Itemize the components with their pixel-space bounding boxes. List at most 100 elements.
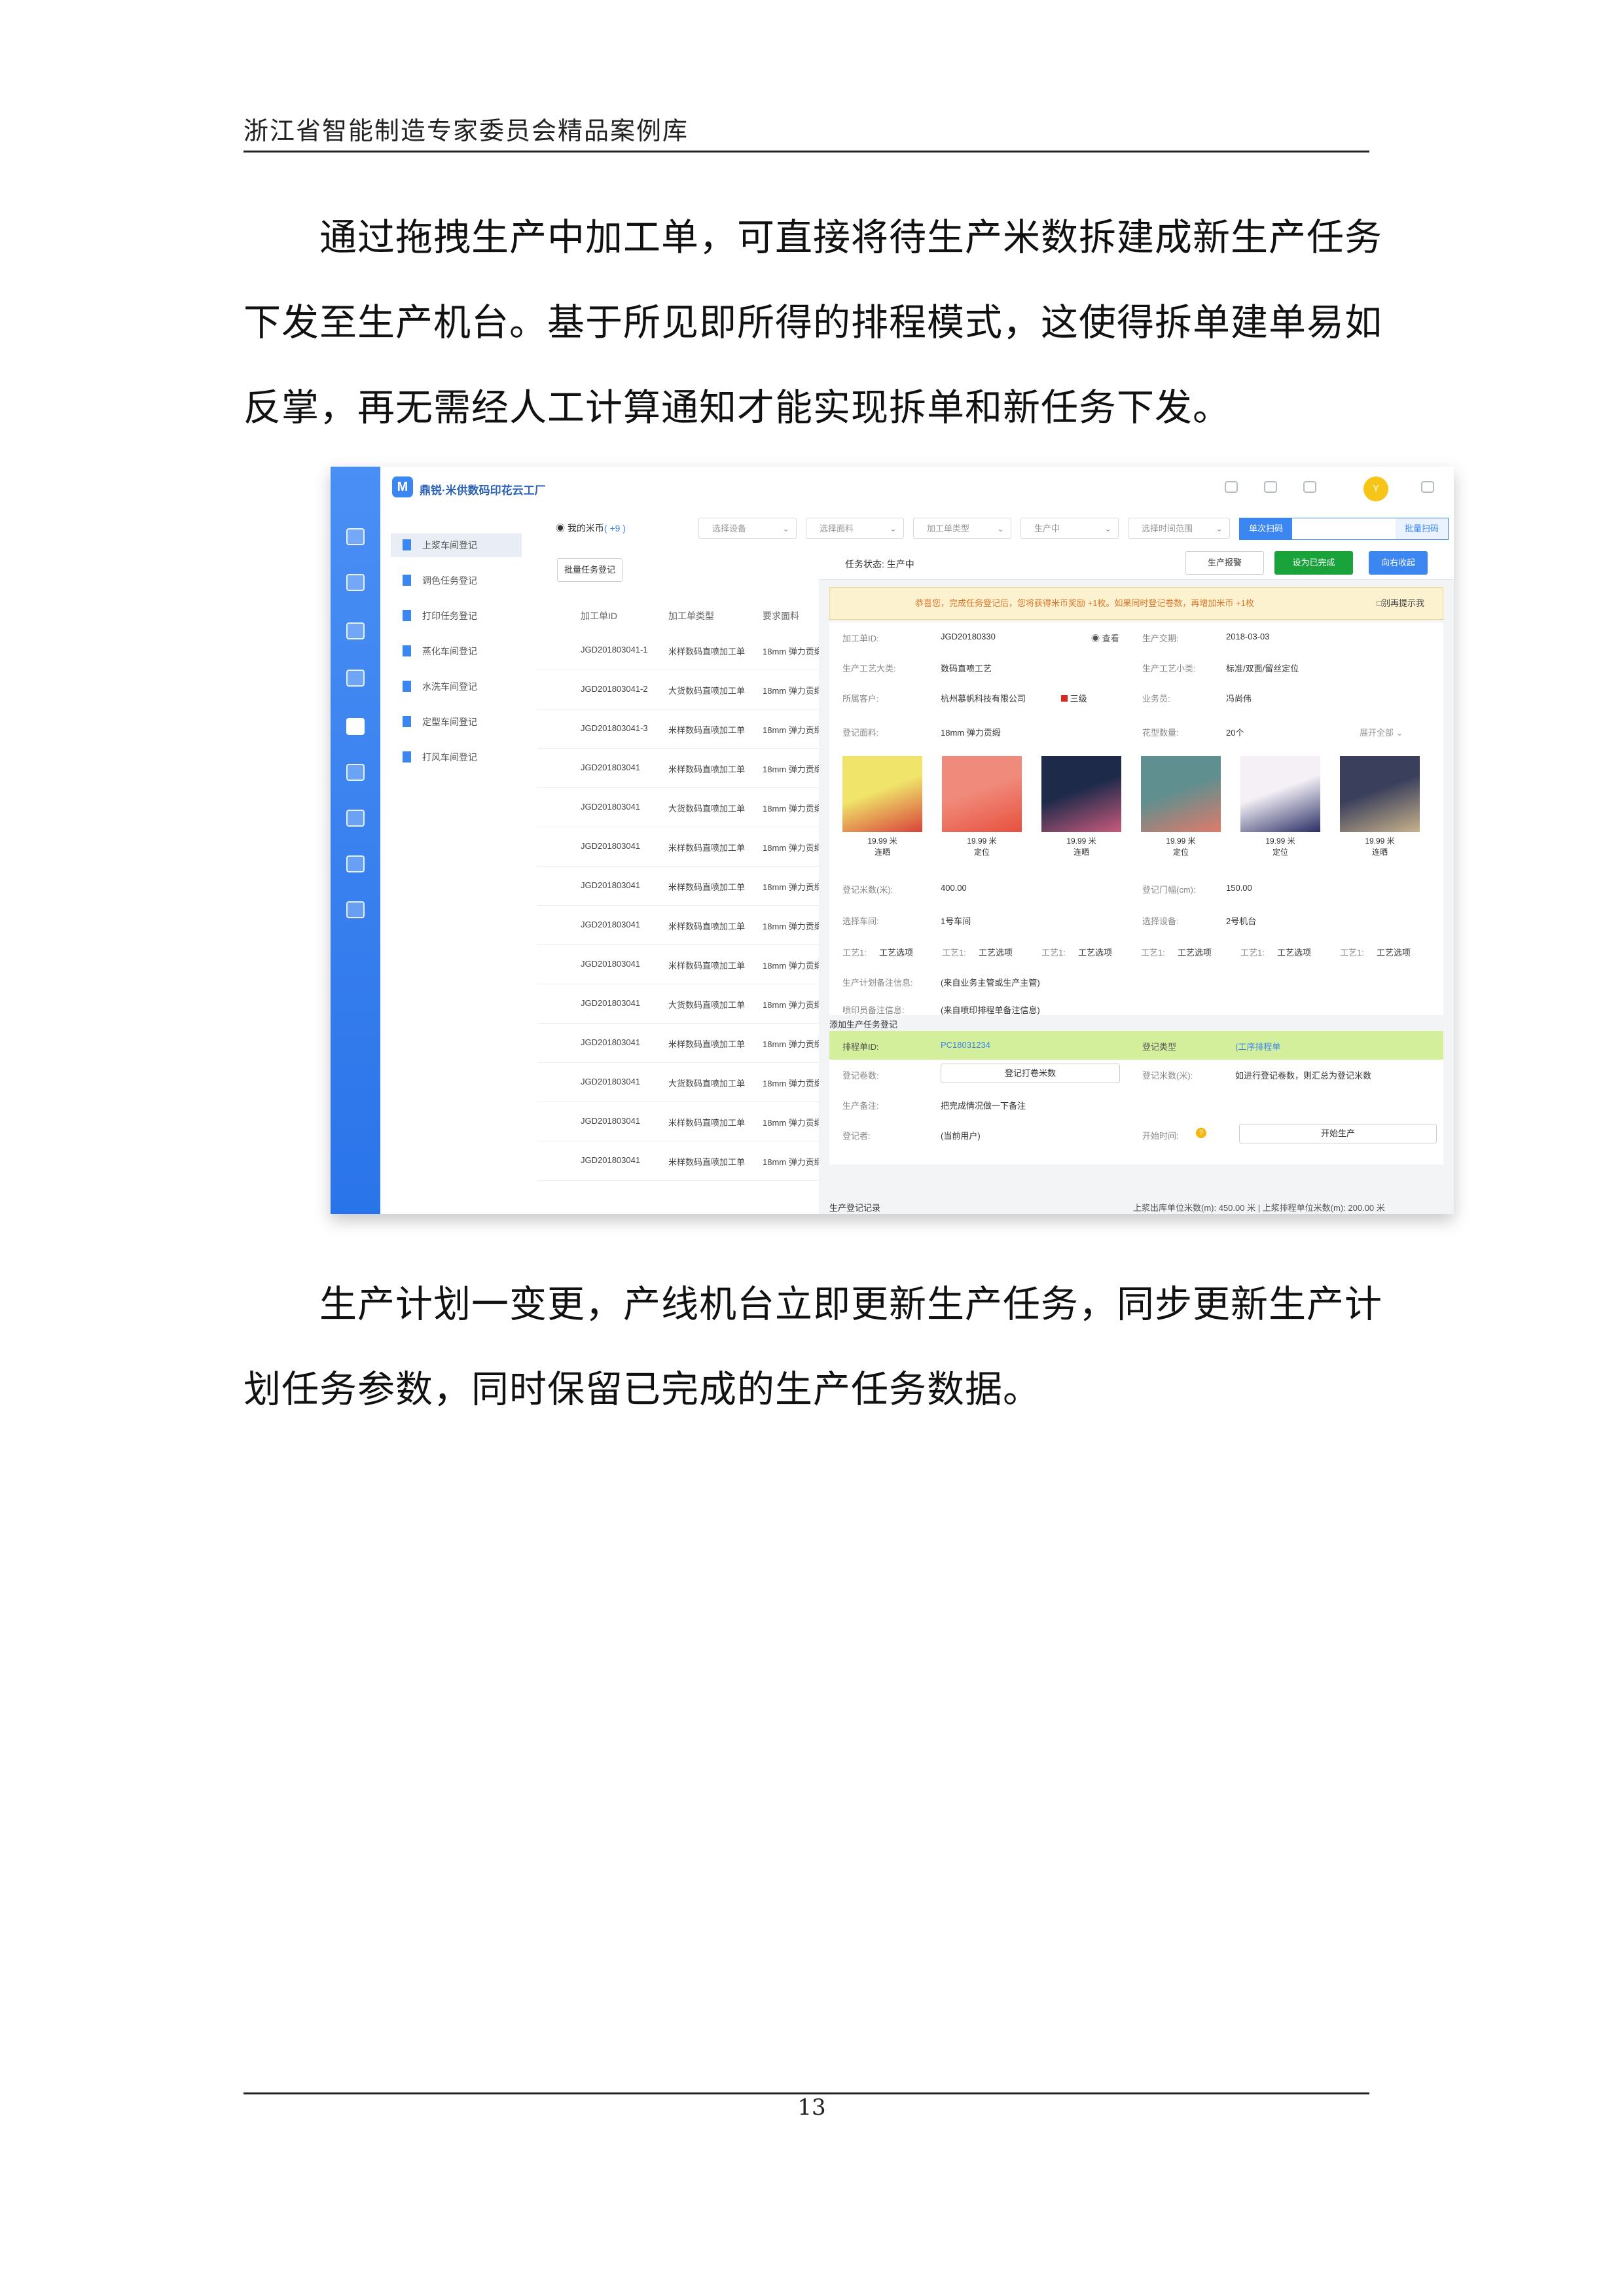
fabric-select[interactable]: 选择面料 ⌄ xyxy=(806,518,904,539)
craft-option[interactable]: 工艺选项 xyxy=(1277,946,1311,958)
reg-type[interactable]: (工序排程单 xyxy=(1235,1040,1280,1052)
table-row[interactable]: JGD201803041 米样数码直喷加工单 18mm 弹力贡缎 xyxy=(537,905,823,945)
customer-level: 三级 xyxy=(1061,692,1087,704)
date-range-select[interactable]: 选择时间范围 ⌄ xyxy=(1128,518,1230,539)
batch-task-button[interactable]: 批量任务登记 xyxy=(557,558,623,582)
table-row[interactable]: JGD201803041 米样数码直喷加工单 18mm 弹力贡缎 xyxy=(537,748,823,788)
card-icon[interactable] xyxy=(346,670,365,687)
pattern-mode: 连晒 xyxy=(874,848,890,857)
table-row[interactable]: JGD201803041 米样数码直喷加工单 18mm 弹力贡缎 xyxy=(537,866,823,906)
device-select[interactable]: 2号机台 xyxy=(1226,914,1256,927)
expand-all-link[interactable]: 展开全部 ⌄ xyxy=(1360,726,1403,738)
image-icon[interactable] xyxy=(346,528,365,545)
craft-option[interactable]: 工艺选项 xyxy=(1078,946,1112,958)
mark-done-button[interactable]: 设为已完成 xyxy=(1274,551,1353,575)
pattern-length: 19.99 米 xyxy=(967,836,997,846)
menu-item[interactable]: 打印任务登记 xyxy=(391,604,522,628)
table-row[interactable]: JGD201803041 大货数码直喷加工单 18mm 弹力贡缎 xyxy=(537,1062,823,1102)
alert-text: 恭喜您，完成任务登记后，您将获得米币奖励 +1枚。如果同时登记卷数，再增加米币 … xyxy=(915,598,1254,608)
process-label: 生产工艺大类: xyxy=(842,664,896,673)
order-type-value: 加工单类型 xyxy=(927,524,970,533)
workshop-select[interactable]: 1号车间 xyxy=(941,914,971,927)
paragraph-line: 生产计划一变更，产线机台立即更新生产任务，同步更新生产计 xyxy=(319,1283,1382,1326)
pattern-thumbnail[interactable] xyxy=(1141,756,1221,832)
table-icon[interactable] xyxy=(346,810,365,827)
table-row[interactable]: JGD201803041 米样数码直喷加工单 18mm 弹力贡缎 xyxy=(537,1141,823,1181)
craft-option[interactable]: 工艺选项 xyxy=(1377,946,1411,958)
collapse-right-button[interactable]: 向右收起 xyxy=(1369,551,1428,575)
pattern-caption: 19.99 米定位 xyxy=(1141,836,1221,858)
menu-item[interactable]: 定型车间登记 xyxy=(391,710,522,734)
pattern-mode: 定位 xyxy=(973,848,990,857)
batch-scan-button[interactable]: 批量扫码 xyxy=(1396,518,1448,539)
start-production-button[interactable]: 开始生产 xyxy=(1239,1124,1437,1143)
menu-item[interactable]: 蒸化车间登记 xyxy=(391,639,522,663)
message-icon[interactable] xyxy=(1264,481,1277,493)
pattern-thumbnail[interactable] xyxy=(1041,756,1121,832)
cell-type: 米样数码直喷加工单 xyxy=(668,961,746,971)
table-row[interactable]: JGD201803041-2 大货数码直喷加工单 18mm 弹力贡缎 xyxy=(537,670,823,709)
table-row[interactable]: JGD201803041 大货数码直喷加工单 18mm 弹力贡缎 xyxy=(537,984,823,1024)
paragraph-line: 反掌，再无需经人工计算通知才能实现拆单和新任务下发。 xyxy=(244,386,1231,429)
avatar[interactable]: Y xyxy=(1363,476,1388,501)
paragraph-2: 生产计划一变更，产线机台立即更新生产任务，同步更新生产计 划任务参数，同时保留已… xyxy=(244,1262,1382,1432)
bookmark-icon xyxy=(403,751,411,762)
user-icon[interactable] xyxy=(1225,481,1238,493)
table-row[interactable]: JGD201803041-1 米样数码直喷加工单 18mm 弹力贡缎 xyxy=(537,630,823,670)
cell-type: 米样数码直喷加工单 xyxy=(668,843,746,853)
date-range-value: 选择时间范围 xyxy=(1142,524,1193,533)
logo-icon: M xyxy=(392,476,413,497)
table-row[interactable]: JGD201803041 大货数码直喷加工单 18mm 弹力贡缎 xyxy=(537,787,823,827)
status-select[interactable]: 生产中 ⌄ xyxy=(1020,518,1119,539)
table-row[interactable]: JGD201803041 米样数码直喷加工单 18mm 弹力贡缎 xyxy=(537,827,823,867)
apps-icon[interactable] xyxy=(346,855,365,872)
pattern-thumbnail[interactable] xyxy=(1240,756,1320,832)
header-title: 浙江省智能制造专家委员会精品案例库 xyxy=(244,117,689,145)
alarm-button[interactable]: 生产报警 xyxy=(1185,551,1264,575)
cell-type: 米样数码直喷加工单 xyxy=(668,1039,746,1049)
delivery-label: 生产交期: xyxy=(1142,634,1179,643)
logout-icon[interactable] xyxy=(1421,481,1434,493)
doc-icon[interactable] xyxy=(346,764,365,781)
craft-option[interactable]: 工艺选项 xyxy=(979,946,1013,958)
cell-type: 米样数码直喷加工单 xyxy=(668,922,746,931)
workshop-icon[interactable] xyxy=(346,718,365,735)
bookmark-icon xyxy=(403,645,411,656)
list-icon[interactable] xyxy=(346,574,365,591)
schedule-id[interactable]: PC18031234 xyxy=(941,1040,990,1050)
order-type-select[interactable]: 加工单类型 ⌄ xyxy=(913,518,1011,539)
chevron-down-icon: ⌄ xyxy=(782,524,789,533)
grid-icon[interactable] xyxy=(346,622,365,639)
menu-item[interactable]: 上浆车间登记 xyxy=(391,533,522,557)
table-row[interactable]: JGD201803041 米样数码直喷加工单 18mm 弹力贡缎 xyxy=(537,1023,823,1063)
menu-item[interactable]: 打风车间登记 xyxy=(391,745,522,769)
craft-option[interactable]: 工艺选项 xyxy=(1178,946,1212,958)
dismiss-checkbox[interactable]: □别再提示我 xyxy=(1377,588,1424,619)
customer-level-text: 三级 xyxy=(1070,694,1087,704)
scan-box[interactable]: 单次扫码 批量扫码 xyxy=(1239,518,1449,540)
chevron-down-icon: ⌄ xyxy=(1396,728,1403,738)
craft-label: 工艺1: xyxy=(842,948,867,958)
view-link[interactable]: ◉ 查看 xyxy=(1091,632,1119,644)
device-select[interactable]: 选择设备 ⌄ xyxy=(698,518,797,539)
table-row[interactable]: JGD201803041 米样数码直喷加工单 18mm 弹力贡缎 xyxy=(537,1102,823,1141)
pattern-thumbnail[interactable] xyxy=(842,756,922,832)
table-row[interactable]: JGD201803041-3 米样数码直喷加工单 18mm 弹力贡缎 xyxy=(537,709,823,749)
cell-fabric: 18mm 弹力贡缎 xyxy=(763,1000,823,1010)
sales-label: 业务员: xyxy=(1142,694,1170,704)
single-scan-button[interactable]: 单次扫码 xyxy=(1240,518,1292,539)
notification-icon[interactable] xyxy=(1303,481,1316,493)
cell-id: JGD201803041 xyxy=(581,1155,641,1165)
menu-item[interactable]: 调色任务登记 xyxy=(391,569,522,592)
help-icon[interactable]: ? xyxy=(1196,1128,1206,1138)
table-row[interactable]: JGD201803041 米样数码直喷加工单 18mm 弹力贡缎 xyxy=(537,944,823,984)
paragraph-line: 划任务参数，同时保留已完成的生产任务数据。 xyxy=(244,1368,1041,1411)
pattern-thumbnail[interactable] xyxy=(1340,756,1420,832)
register-roll-button[interactable]: 登记打卷米数 xyxy=(941,1064,1120,1083)
menu-item[interactable]: 水洗车间登记 xyxy=(391,675,522,698)
prod-note-input[interactable]: 把完成情况做一下备注 xyxy=(941,1099,1026,1111)
craft-option[interactable]: 工艺选项 xyxy=(879,946,913,958)
report-icon[interactable] xyxy=(346,901,365,918)
chevron-down-icon: ⌄ xyxy=(997,524,1004,533)
pattern-thumbnail[interactable] xyxy=(942,756,1022,832)
